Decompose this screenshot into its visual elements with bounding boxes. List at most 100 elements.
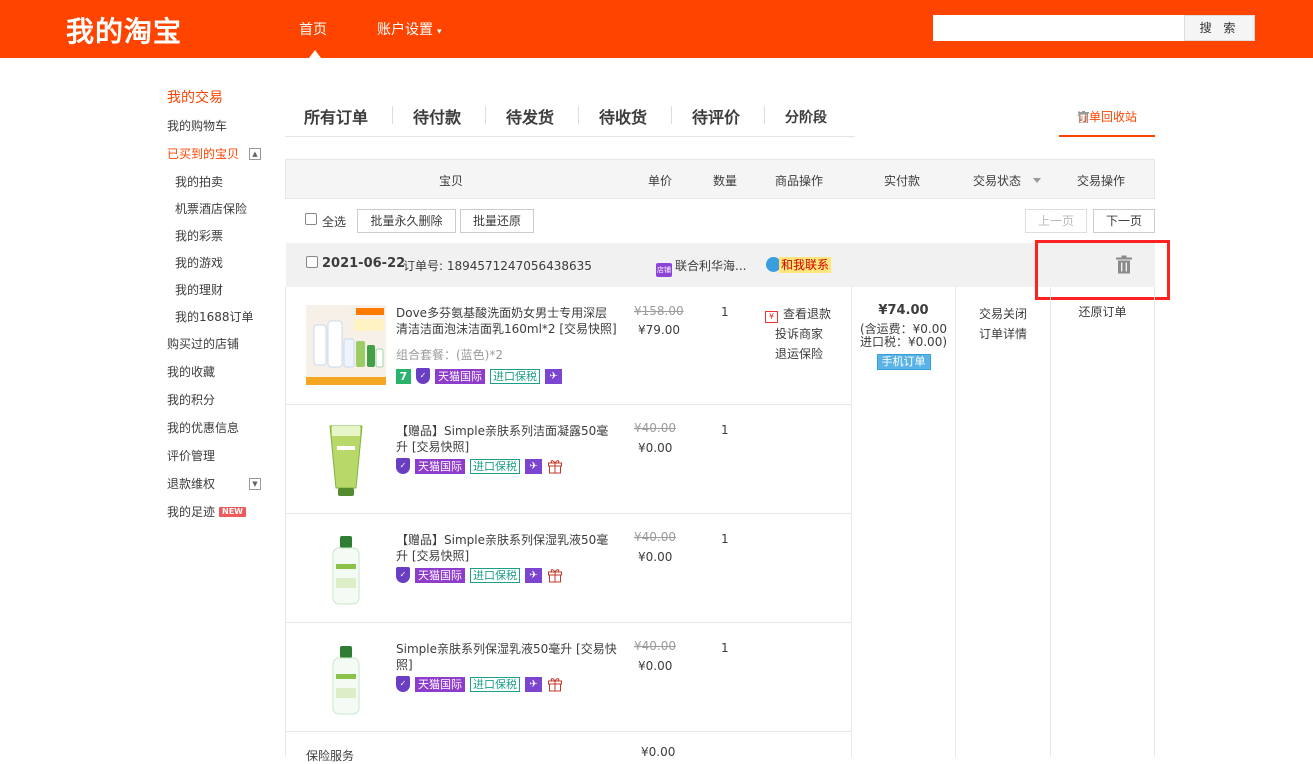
col-divider — [955, 287, 956, 757]
batch-delete-forever-button[interactable]: 批量永久删除 — [357, 209, 456, 233]
sidebar-item-auction[interactable]: 我的拍卖 — [167, 172, 277, 199]
gift-icon[interactable] — [547, 458, 563, 474]
item-operations: ¥ 查看退款 投诉商家 退运保险 — [765, 304, 831, 364]
product-thumbnail-simple-gel[interactable] — [306, 420, 386, 500]
order-checkbox[interactable] — [306, 256, 318, 268]
shop-name: 联合利华海... — [675, 259, 747, 273]
table-header: 宝贝 单价 数量 商品操作 实付款 交易状态 交易操作 — [285, 159, 1155, 199]
view-refund-label: 查看退款 — [783, 307, 832, 321]
airplane-icon[interactable]: ✈ — [525, 458, 542, 474]
sidebar-item-label: 我的1688订单 — [175, 310, 254, 324]
prev-page-button[interactable]: 上一页 — [1025, 209, 1087, 233]
sidebar-item-favorites[interactable]: 我的收藏 — [167, 362, 277, 390]
bonded-import-badge[interactable]: 进口保税 — [470, 567, 520, 583]
original-price: ¥40.00 — [634, 421, 676, 435]
order-recycle-bin-link[interactable]: 订单回收站 — [1059, 100, 1155, 137]
product-thumbnail-dove[interactable] — [306, 305, 386, 385]
tab-divider — [392, 106, 393, 124]
bonded-import-badge[interactable]: 进口保税 — [490, 368, 540, 384]
tmall-global-badge[interactable]: 天猫国际 — [435, 368, 485, 384]
collapse-toggle-icon[interactable]: ▲ — [249, 148, 261, 160]
batch-restore-button[interactable]: 批量还原 — [460, 209, 534, 233]
product-title[interactable]: 【赠品】Simple亲肤系列保湿乳液50毫升 [交易快照] — [396, 532, 618, 564]
batch-actions: 全选 批量永久删除 批量还原 上一页 下一页 — [305, 208, 1155, 234]
nav-account-settings[interactable]: 账户设置 ▾ — [377, 19, 442, 39]
tab-pending-review[interactable]: 待评价 — [692, 104, 740, 128]
quantity: 1 — [721, 305, 729, 319]
sidebar-item-label: 评价管理 — [167, 449, 216, 463]
sidebar-item-label: 退款维权 — [167, 477, 216, 491]
new-badge: NEW — [219, 507, 246, 517]
contact-seller-button[interactable]: 和我联系 — [766, 257, 832, 273]
sidebar-item-points[interactable]: 我的积分 — [167, 390, 277, 418]
product-thumbnail-simple-lotion[interactable] — [306, 530, 386, 610]
product-title[interactable]: 【赠品】Simple亲肤系列洁面凝露50毫升 [交易快照] — [396, 423, 618, 455]
sidebar-item-travel[interactable]: 机票酒店保险 — [167, 199, 277, 226]
col-status: 交易状态 — [973, 174, 1022, 188]
col-status-filter[interactable]: 交易状态 — [973, 172, 1042, 189]
view-refund-link[interactable]: ¥ 查看退款 — [765, 304, 831, 324]
col-item: 宝贝 — [439, 174, 464, 188]
nav-home[interactable]: 首页 — [299, 19, 327, 39]
airplane-icon[interactable]: ✈ — [545, 368, 562, 384]
tab-pending-shipment[interactable]: 待发货 — [506, 104, 554, 128]
sidebar-item-purchased[interactable]: 已买到的宝贝 ▲ — [167, 144, 277, 172]
sidebar-item-refunds[interactable]: 退款维权 ▼ — [167, 474, 277, 502]
gift-icon[interactable] — [547, 567, 563, 583]
next-page-button[interactable]: 下一页 — [1093, 209, 1155, 233]
sidebar-item-finance[interactable]: 我的理财 — [167, 280, 277, 307]
nav-account-label: 账户设置 — [377, 22, 433, 38]
tmall-global-badge[interactable]: 天猫国际 — [415, 567, 465, 583]
col-unit-price: 单价 — [648, 174, 673, 188]
sidebar-item-label: 我的积分 — [167, 393, 216, 407]
product-title[interactable]: Simple亲肤系列保湿乳液50毫升 [交易快照] — [396, 641, 618, 673]
sidebar-item-cart[interactable]: 我的购物车 — [167, 116, 277, 144]
sidebar-item-coupons[interactable]: 我的优惠信息 — [167, 418, 277, 446]
unit-price: ¥79.00 — [638, 323, 680, 337]
complain-seller-link[interactable]: 投诉商家 — [765, 324, 831, 344]
select-all-label: 全选 — [322, 215, 347, 229]
gift-icon[interactable] — [547, 676, 563, 692]
tab-pending-payment[interactable]: 待付款 — [413, 104, 461, 128]
logo[interactable]: 我的淘宝 — [66, 10, 182, 50]
sidebar: 我的交易 我的购物车 已买到的宝贝 ▲ 我的拍卖 机票酒店保险 我的彩票 我的游戏… — [167, 88, 277, 530]
sidebar-item-footprints[interactable]: 我的足迹 NEW — [167, 502, 277, 530]
shield-icon[interactable]: ✓ — [416, 368, 430, 384]
sidebar-item-1688[interactable]: 我的1688订单 — [167, 307, 277, 334]
bonded-import-badge[interactable]: 进口保税 — [470, 458, 520, 474]
bonded-import-badge[interactable]: 进口保税 — [470, 676, 520, 692]
shop-link[interactable]: 店铺 联合利华海... — [656, 257, 746, 277]
tmall-global-badge[interactable]: 天猫国际 — [415, 458, 465, 474]
seven-day-return-icon[interactable]: 7 — [396, 368, 411, 384]
order-number: 订单号: 1894571247056438635 — [403, 259, 592, 273]
sidebar-item-label: 我的游戏 — [175, 256, 224, 270]
col-action: 交易操作 — [1077, 174, 1126, 188]
tab-all-orders[interactable]: 所有订单 — [304, 104, 368, 128]
expand-toggle-icon[interactable]: ▼ — [249, 478, 261, 490]
row-divider — [286, 622, 851, 623]
shield-icon[interactable]: ✓ — [396, 458, 410, 474]
tmall-global-badge[interactable]: 天猫国际 — [415, 676, 465, 692]
return-insurance-link[interactable]: 退运保险 — [765, 344, 831, 364]
product-thumbnail-simple-lotion-2[interactable] — [306, 640, 386, 720]
sidebar-item-reviews[interactable]: 评价管理 — [167, 446, 277, 474]
sidebar-item-label: 我的购物车 — [167, 119, 228, 133]
search-input[interactable] — [933, 15, 1184, 41]
search-button[interactable]: 搜 索 — [1184, 15, 1255, 41]
shield-icon[interactable]: ✓ — [396, 567, 410, 583]
sidebar-item-lottery[interactable]: 我的彩票 — [167, 226, 277, 253]
sidebar-item-games[interactable]: 我的游戏 — [167, 253, 277, 280]
select-all-checkbox[interactable] — [305, 213, 317, 225]
sidebar-item-label: 我的足迹 — [167, 505, 216, 519]
product-badges: ✓ 天猫国际 进口保税 ✈ — [396, 676, 568, 694]
product-title[interactable]: Dove多芬氨基酸洗面奶女男士专用深层清洁洁面泡沫洁面乳160ml*2 [交易快… — [396, 305, 618, 337]
tab-pending-receipt[interactable]: 待收货 — [599, 104, 647, 128]
restore-order-link[interactable]: 还原订单 — [1051, 304, 1154, 320]
tab-installments[interactable]: 分阶段 — [785, 107, 827, 127]
airplane-icon[interactable]: ✈ — [525, 567, 542, 583]
sidebar-item-shops[interactable]: 购买过的店铺 — [167, 334, 277, 362]
shield-icon[interactable]: ✓ — [396, 676, 410, 692]
sidebar-item-label: 机票酒店保险 — [175, 202, 248, 216]
airplane-icon[interactable]: ✈ — [525, 676, 542, 692]
order-detail-link[interactable]: 订单详情 — [956, 324, 1050, 344]
